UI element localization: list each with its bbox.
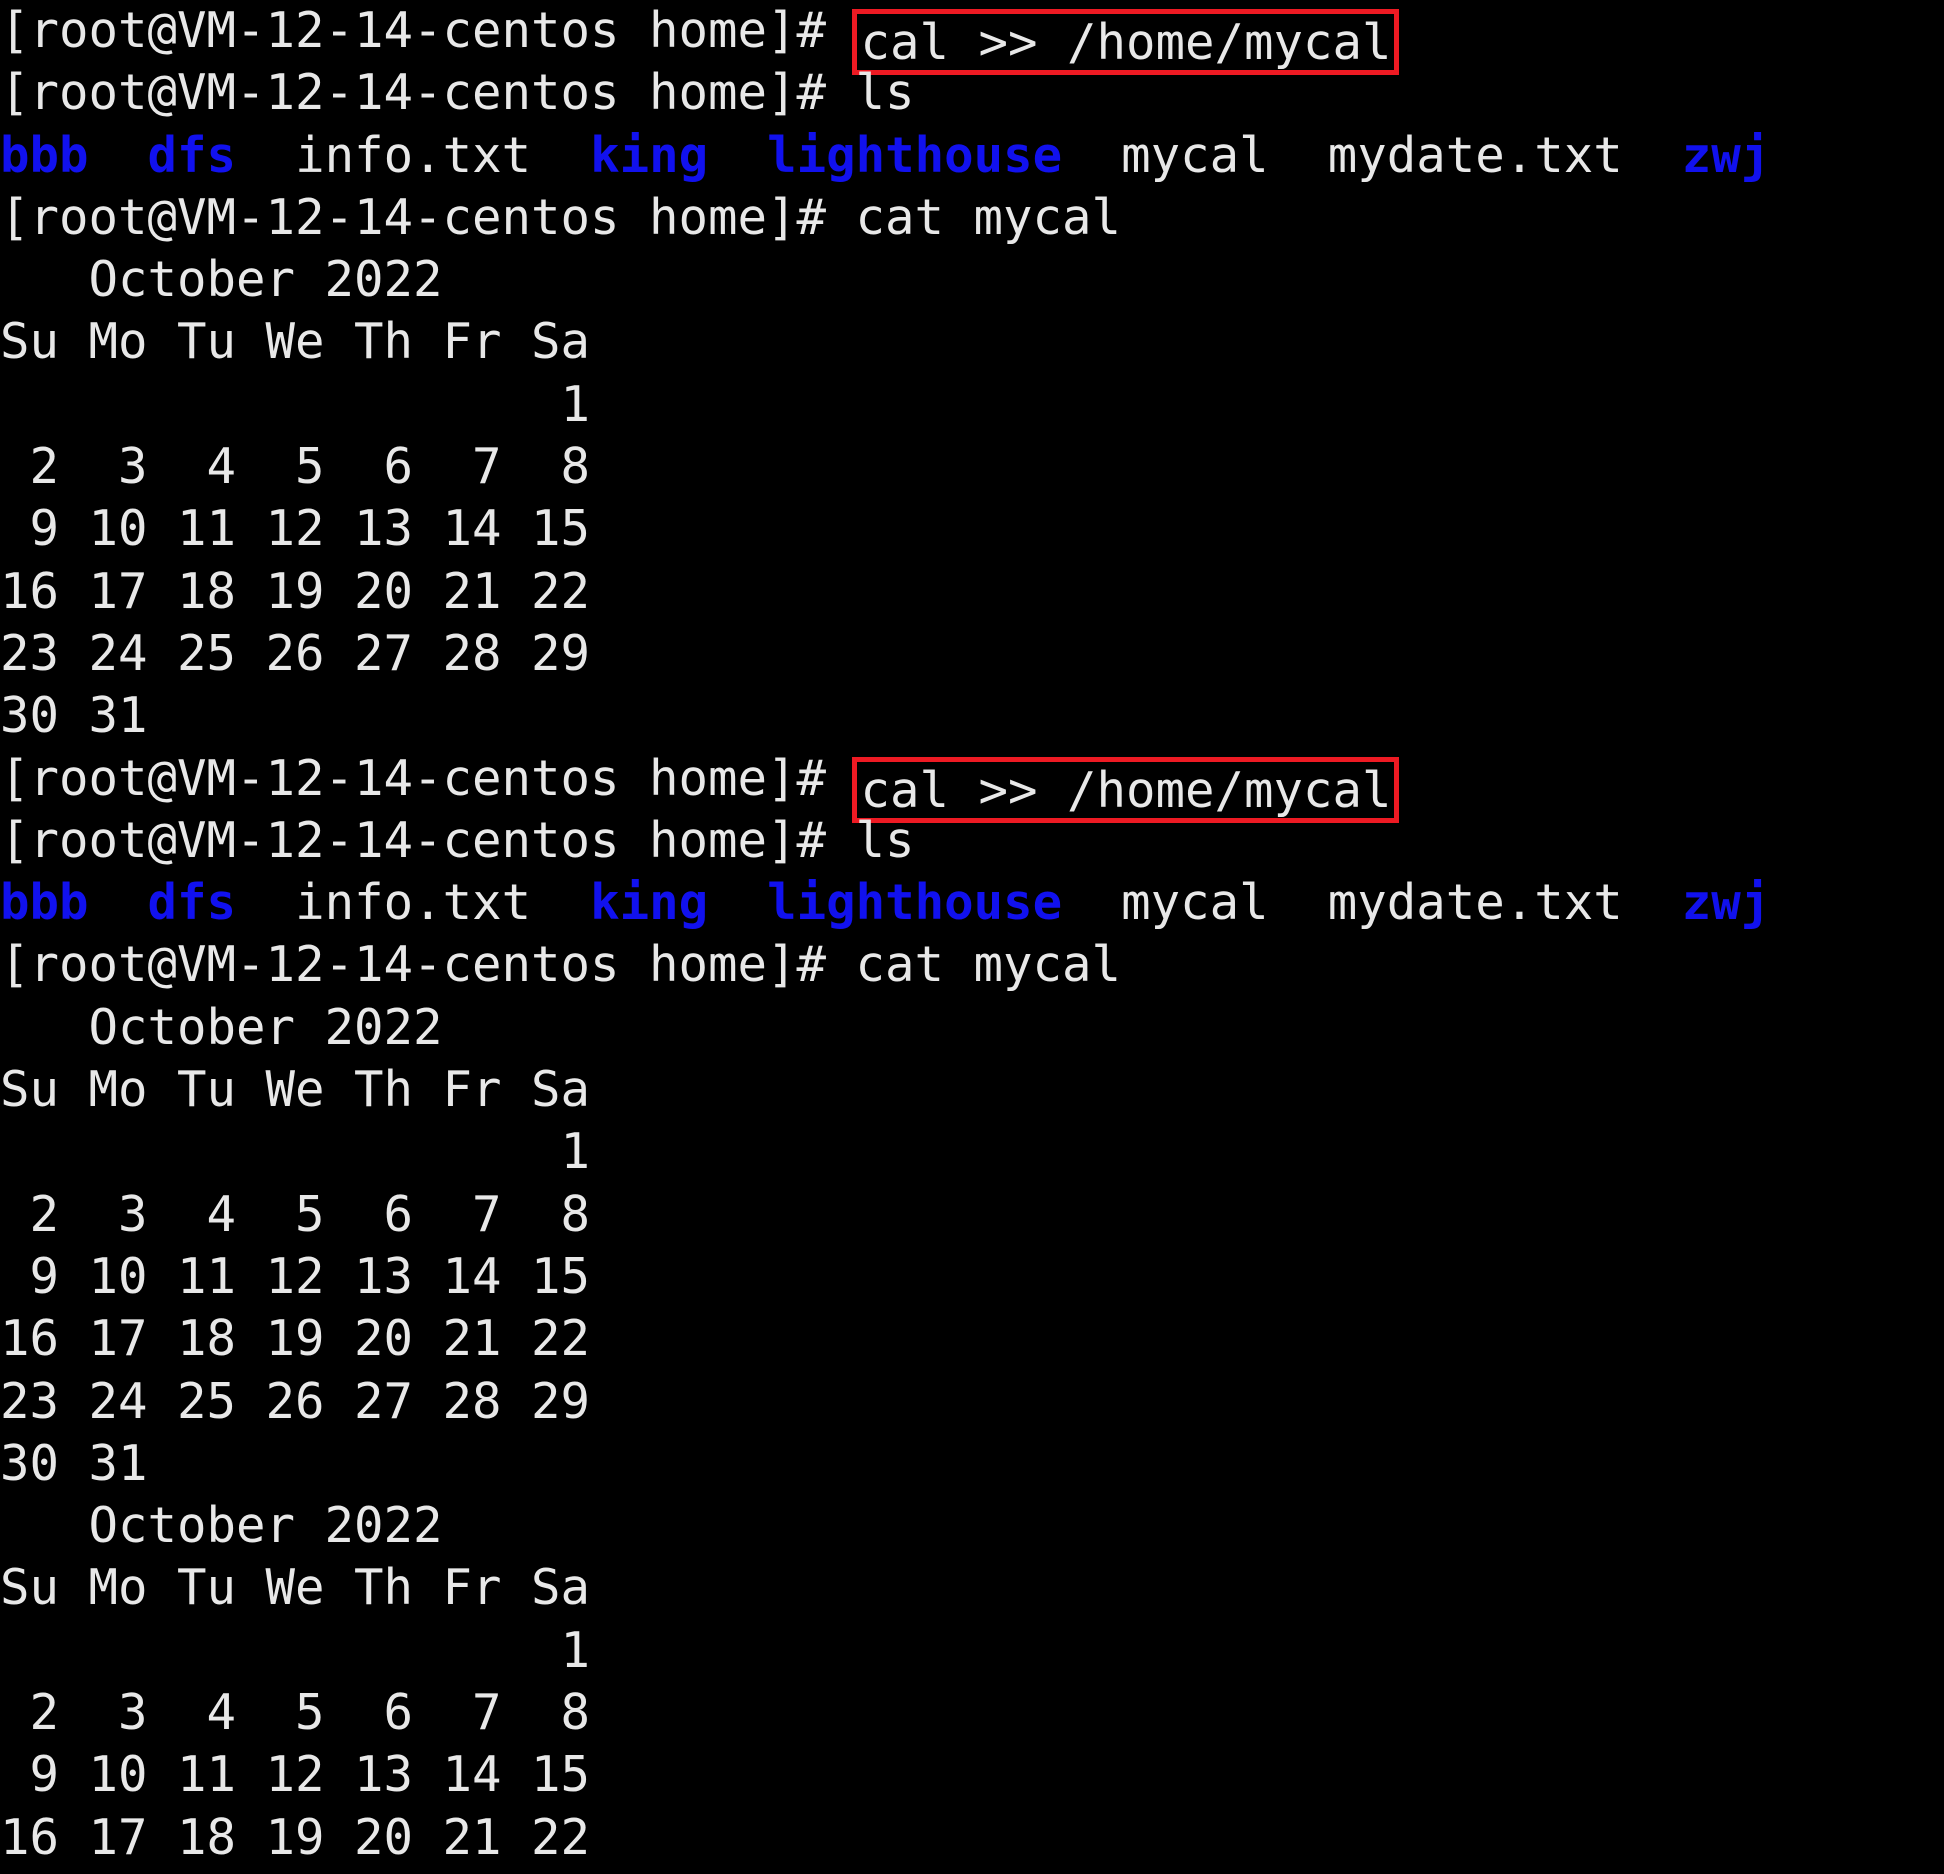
calendar-title-text: October 2022 xyxy=(0,998,443,1056)
ls-entry-info.txt: info.txt xyxy=(295,126,532,184)
calendar-week-row: 16 17 18 19 20 21 22 xyxy=(0,1807,1944,1869)
ls-output-line: bbb dfs info.txt king lighthouse mycal m… xyxy=(0,125,1944,187)
calendar-week-row: 2 3 4 5 6 7 8 xyxy=(0,1682,1944,1744)
calendar-week-text: 2 3 4 5 6 7 8 xyxy=(0,1684,591,1742)
calendar-title-text: October 2022 xyxy=(0,1497,443,1555)
calendar-week-row: 9 10 11 12 13 14 15 xyxy=(0,498,1944,560)
calendar-week-row: 9 10 11 12 13 14 15 xyxy=(0,1246,1944,1308)
ls-entry-info.txt: info.txt xyxy=(295,874,532,932)
ls-entry-king: king xyxy=(590,126,709,184)
ls-entry-gap xyxy=(89,874,148,931)
ls-entry-mycal: mycal xyxy=(1121,874,1269,932)
calendar-week-row: 30 31 xyxy=(0,685,1944,747)
ls-entry-bbb: bbb xyxy=(0,874,89,932)
ls-entry-gap xyxy=(1623,874,1682,931)
calendar-week-row: 30 31 xyxy=(0,1433,1944,1495)
calendar-week-text: 1 xyxy=(0,1621,591,1679)
calendar-week-text: 16 17 18 19 20 21 22 xyxy=(0,1310,591,1368)
shell-prompt: [root@VM-12-14-centos home]# xyxy=(0,64,856,122)
shell-command: cat mycal xyxy=(855,936,1122,994)
ls-entry-gap xyxy=(531,874,590,931)
ls-entry-king: king xyxy=(590,874,709,932)
calendar-title: October 2022 xyxy=(0,1495,1944,1557)
ls-entry-bbb: bbb xyxy=(0,126,89,184)
terminal-command-line: [root@VM-12-14-centos home]# ls xyxy=(0,810,1944,872)
calendar-week-text: 2 3 4 5 6 7 8 xyxy=(0,438,591,496)
ls-entry-gap xyxy=(89,127,148,184)
calendar-week-text: 1 xyxy=(0,375,591,433)
calendar-week-text: 16 17 18 19 20 21 22 xyxy=(0,1808,591,1866)
shell-prompt: [root@VM-12-14-centos home]# xyxy=(0,811,856,869)
calendar-title: October 2022 xyxy=(0,249,1944,311)
ls-entry-gap xyxy=(1062,874,1121,931)
terminal-command-line: [root@VM-12-14-centos home]# cal >> /hom… xyxy=(0,748,1944,823)
calendar-week-text: 2 3 4 5 6 7 8 xyxy=(0,1185,591,1243)
shell-prompt: [root@VM-12-14-centos home]# xyxy=(0,188,856,246)
ls-entry-gap xyxy=(531,127,590,184)
calendar-week-text: 23 24 25 26 27 28 29 xyxy=(0,1372,591,1430)
calendar-weekday-header: Su Mo Tu We Th Fr Sa xyxy=(0,1557,1944,1619)
calendar-weekday-text: Su Mo Tu We Th Fr Sa xyxy=(0,313,591,371)
ls-entry-lighthouse: lighthouse xyxy=(767,874,1063,932)
calendar-title-text: October 2022 xyxy=(0,251,443,309)
calendar-week-row: 23 24 25 26 27 28 29 xyxy=(0,623,1944,685)
ls-entry-gap xyxy=(708,127,767,184)
calendar-week-row: 1 xyxy=(0,1620,1944,1682)
terminal-command-line: [root@VM-12-14-centos home]# cat mycal xyxy=(0,187,1944,249)
ls-entry-gap xyxy=(236,874,295,931)
calendar-week-text: 30 31 xyxy=(0,1434,148,1492)
calendar-week-row: 23 24 25 26 27 28 29 xyxy=(0,1371,1944,1433)
shell-prompt: [root@VM-12-14-centos home]# xyxy=(0,749,856,807)
calendar-week-text: 30 31 xyxy=(0,687,148,745)
ls-entry-dfs: dfs xyxy=(147,874,237,932)
ls-entry-gap xyxy=(236,127,295,184)
calendar-weekday-text: Su Mo Tu We Th Fr Sa xyxy=(0,1559,591,1617)
calendar-week-text: 1 xyxy=(0,1123,591,1181)
ls-entry-mydate.txt: mydate.txt xyxy=(1327,874,1623,932)
calendar-week-text: 9 10 11 12 13 14 15 xyxy=(0,500,591,558)
calendar-week-row: 16 17 18 19 20 21 22 xyxy=(0,1308,1944,1370)
calendar-week-text: 9 10 11 12 13 14 15 xyxy=(0,1746,591,1804)
ls-entry-lighthouse: lighthouse xyxy=(767,126,1063,184)
ls-entry-zwj: zwj xyxy=(1681,874,1771,932)
calendar-week-text: 23 24 25 26 27 28 29 xyxy=(0,624,591,682)
calendar-weekday-text: Su Mo Tu We Th Fr Sa xyxy=(0,1061,591,1119)
terminal-command-line: [root@VM-12-14-centos home]# cat mycal xyxy=(0,934,1944,996)
ls-entry-zwj: zwj xyxy=(1681,126,1771,184)
ls-entry-gap xyxy=(1623,127,1682,184)
calendar-week-row: 2 3 4 5 6 7 8 xyxy=(0,436,1944,498)
terminal-command-line: [root@VM-12-14-centos home]# ls xyxy=(0,62,1944,124)
ls-entry-mycal: mycal xyxy=(1121,126,1269,184)
shell-prompt: [root@VM-12-14-centos home]# xyxy=(0,2,856,59)
terminal-screen[interactable]: [root@VM-12-14-centos home]# cal >> /hom… xyxy=(0,0,1944,1874)
shell-command: cat mycal xyxy=(855,188,1122,246)
ls-entry-gap xyxy=(1269,127,1328,184)
ls-entry-dfs: dfs xyxy=(147,126,237,184)
shell-command: ls xyxy=(855,811,915,869)
shell-command: ls xyxy=(855,64,915,122)
ls-entry-gap xyxy=(1269,874,1328,931)
calendar-weekday-header: Su Mo Tu We Th Fr Sa xyxy=(0,311,1944,373)
ls-entry-gap xyxy=(1062,127,1121,184)
calendar-week-text: 16 17 18 19 20 21 22 xyxy=(0,562,591,620)
calendar-title: October 2022 xyxy=(0,997,1944,1059)
ls-entry-gap xyxy=(708,874,767,931)
terminal-command-line: [root@VM-12-14-centos home]# cal >> /hom… xyxy=(0,0,1944,75)
calendar-weekday-header: Su Mo Tu We Th Fr Sa xyxy=(0,1059,1944,1121)
calendar-week-row: 9 10 11 12 13 14 15 xyxy=(0,1744,1944,1806)
shell-prompt: [root@VM-12-14-centos home]# xyxy=(0,936,856,994)
ls-entry-mydate.txt: mydate.txt xyxy=(1327,126,1623,184)
calendar-week-row: 1 xyxy=(0,374,1944,436)
calendar-week-text: 9 10 11 12 13 14 15 xyxy=(0,1247,591,1305)
calendar-week-row: 2 3 4 5 6 7 8 xyxy=(0,1184,1944,1246)
calendar-week-row: 1 xyxy=(0,1121,1944,1183)
calendar-week-row: 16 17 18 19 20 21 22 xyxy=(0,561,1944,623)
ls-output-line: bbb dfs info.txt king lighthouse mycal m… xyxy=(0,872,1944,934)
